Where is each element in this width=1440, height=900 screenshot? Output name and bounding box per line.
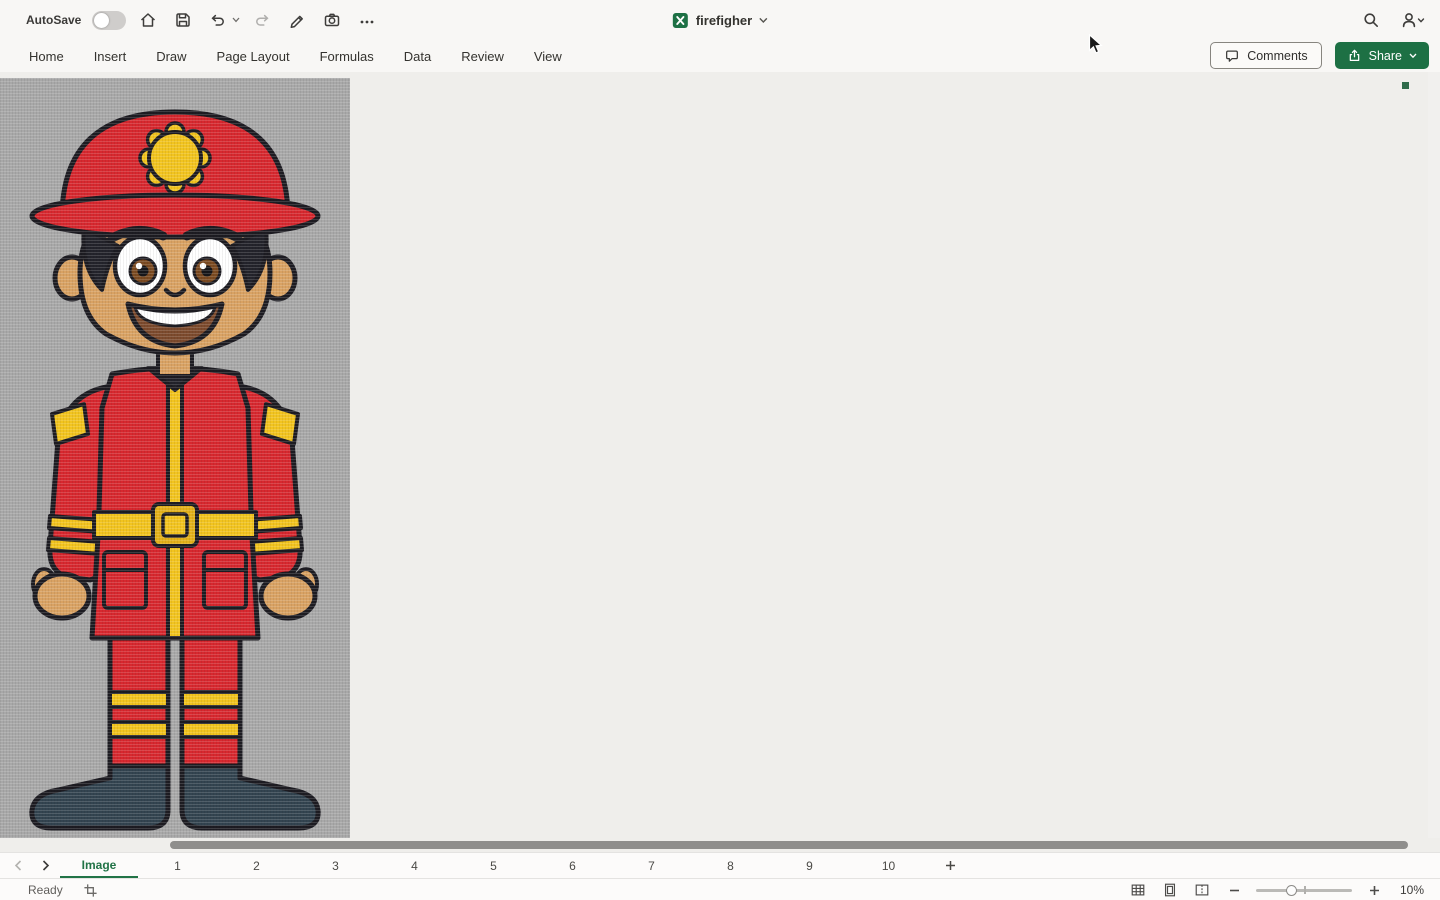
- page-layout-icon: [1162, 882, 1178, 898]
- sheet-tab-image[interactable]: Image: [60, 853, 138, 878]
- page-break-icon: [1194, 882, 1210, 898]
- comment-icon: [1224, 48, 1240, 64]
- sheet-tab-10[interactable]: 10: [849, 853, 928, 878]
- crop-marks-icon[interactable]: [83, 883, 98, 898]
- tab-insert[interactable]: Insert: [79, 40, 142, 72]
- people-icon: [1401, 11, 1425, 29]
- minus-icon: [1229, 885, 1240, 896]
- share-button[interactable]: Share: [1335, 42, 1429, 69]
- tab-draw[interactable]: Draw: [141, 40, 201, 72]
- sheet-tab-bar: Image 1 2 3 4 5 6 7 8 9 10: [0, 852, 1440, 878]
- status-bar: Ready 10%: [0, 878, 1440, 900]
- pen-button[interactable]: [284, 7, 310, 33]
- sheet-tab-5[interactable]: 5: [454, 853, 533, 878]
- document-title: firefigher: [696, 13, 752, 28]
- zoom-slider-knob[interactable]: [1286, 885, 1297, 896]
- page-layout-view-button[interactable]: [1160, 880, 1180, 900]
- add-sheet-button[interactable]: [928, 853, 972, 878]
- camera-icon: [323, 11, 341, 29]
- plus-icon: [1369, 885, 1380, 896]
- undo-icon: [209, 11, 227, 29]
- excel-window: AutoSave: [0, 0, 1440, 900]
- search-button[interactable]: [1358, 7, 1384, 33]
- status-right-group: 10%: [1128, 879, 1424, 900]
- people-button[interactable]: [1400, 7, 1426, 33]
- title-bar: AutoSave: [0, 0, 1440, 40]
- sheet-tab-8[interactable]: 8: [691, 853, 770, 878]
- sheet-tab-2[interactable]: 2: [217, 853, 296, 878]
- search-icon: [1362, 11, 1380, 29]
- plus-icon: [945, 860, 956, 871]
- tab-formulas[interactable]: Formulas: [305, 40, 389, 72]
- more-commands-button[interactable]: [354, 7, 380, 33]
- chevron-right-icon: [42, 860, 50, 871]
- ribbon-right-actions: Comments Share: [1210, 42, 1429, 69]
- titlebar-right-group: [1358, 0, 1426, 40]
- horizontal-scrollbar-thumb[interactable]: [170, 841, 1408, 849]
- chevron-left-icon: [14, 860, 22, 871]
- zoom-slider[interactable]: [1256, 883, 1352, 897]
- sheet-tab-6[interactable]: 6: [533, 853, 612, 878]
- share-icon: [1347, 48, 1362, 63]
- title-chevron-down-icon: [759, 17, 768, 24]
- sheet-tab-3[interactable]: 3: [296, 853, 375, 878]
- status-ready-label: Ready: [28, 883, 63, 897]
- save-button[interactable]: [170, 7, 196, 33]
- undo-button[interactable]: [205, 7, 231, 33]
- toggle-knob: [94, 13, 109, 28]
- normal-view-button[interactable]: [1128, 880, 1148, 900]
- redo-icon: [253, 11, 271, 29]
- sheet-tab-1[interactable]: 1: [138, 853, 217, 878]
- share-chevron-down-icon: [1409, 53, 1417, 59]
- save-icon: [174, 11, 192, 29]
- ribbon-tab-row: Home Insert Draw Page Layout Formulas Da…: [0, 40, 1440, 72]
- firefighter-illustration: [0, 78, 350, 838]
- page-break-view-button[interactable]: [1192, 880, 1212, 900]
- share-button-label: Share: [1369, 49, 1402, 63]
- zoom-level-label[interactable]: 10%: [1396, 883, 1424, 897]
- tab-view[interactable]: View: [519, 40, 577, 72]
- sheet-tab-4[interactable]: 4: [375, 853, 454, 878]
- redo-button[interactable]: [249, 7, 275, 33]
- document-title-group[interactable]: firefigher: [672, 0, 768, 40]
- tab-data[interactable]: Data: [389, 40, 446, 72]
- vertical-scrollbar[interactable]: [1428, 72, 1440, 838]
- autosave-toggle[interactable]: [92, 11, 126, 30]
- quick-access-toolbar: AutoSave: [26, 0, 380, 40]
- ellipsis-icon: [359, 12, 375, 28]
- excel-app-icon: [672, 12, 689, 29]
- status-left-group: Ready: [28, 879, 98, 900]
- comments-button-label: Comments: [1247, 49, 1307, 63]
- sheet-tab-7[interactable]: 7: [612, 853, 691, 878]
- sheet-nav-prev-button[interactable]: [10, 858, 26, 874]
- zoom-in-button[interactable]: [1364, 880, 1384, 900]
- spreadsheet-canvas[interactable]: [0, 72, 1440, 838]
- pen-icon: [288, 11, 306, 29]
- comments-button[interactable]: Comments: [1210, 42, 1321, 69]
- cell-selection-indicator: [1402, 82, 1409, 89]
- sheet-nav-next-button[interactable]: [38, 858, 54, 874]
- firefighter-image: [0, 78, 350, 838]
- sheet-nav-arrows: [0, 853, 60, 878]
- horizontal-scrollbar[interactable]: [0, 838, 1440, 852]
- tab-page-layout[interactable]: Page Layout: [202, 40, 305, 72]
- grid-view-icon: [1130, 882, 1146, 898]
- camera-button[interactable]: [319, 7, 345, 33]
- sheet-tab-9[interactable]: 9: [770, 853, 849, 878]
- zoom-slider-center-tick: [1304, 886, 1306, 894]
- zoom-out-button[interactable]: [1224, 880, 1244, 900]
- tab-home[interactable]: Home: [14, 40, 79, 72]
- autosave-label: AutoSave: [26, 13, 81, 27]
- home-button[interactable]: [135, 7, 161, 33]
- tab-review[interactable]: Review: [446, 40, 519, 72]
- home-icon: [139, 11, 157, 29]
- undo-chevron-down-icon[interactable]: [232, 17, 240, 23]
